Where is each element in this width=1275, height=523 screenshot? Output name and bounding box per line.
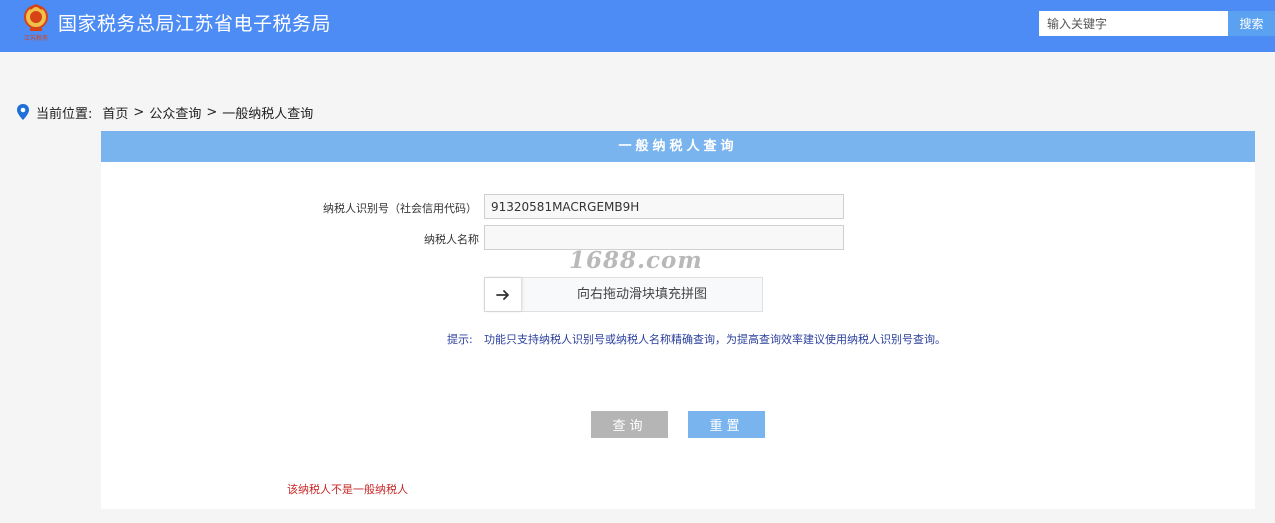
location-pin-icon xyxy=(17,104,29,120)
slider-instruction: 向右拖动滑块填充拼图 xyxy=(576,287,707,302)
breadcrumb-public-query-link[interactable]: 公众查询 xyxy=(149,103,201,122)
arrow-right-icon xyxy=(496,289,509,300)
breadcrumb-separator: > xyxy=(206,104,218,120)
breadcrumb: 当前位置: 首页 > 公众查询 > 一般纳税人查询 xyxy=(16,102,313,122)
tip-label: 提示: xyxy=(447,333,473,346)
result-message: 该纳税人不是一般纳税人 xyxy=(287,483,408,496)
logo-caption: 江苏税务 xyxy=(24,34,48,42)
search-input[interactable] xyxy=(1039,11,1228,36)
breadcrumb-label: 当前位置: xyxy=(36,106,93,122)
taxpayer-id-input[interactable] xyxy=(484,194,844,219)
tip-text: 功能只支持纳税人识别号或纳税人名称精确查询，为提高查询效率建议使用纳税人识别号查… xyxy=(484,333,946,346)
breadcrumb-current-page: 一般纳税人查询 xyxy=(222,106,314,122)
taxpayer-name-label: 纳税人名称 xyxy=(424,233,479,246)
breadcrumb-home-link[interactable]: 首页 xyxy=(102,103,128,122)
slider-handle[interactable] xyxy=(485,278,522,311)
breadcrumb-separator: > xyxy=(133,104,145,120)
search-button[interactable]: 搜索 xyxy=(1228,11,1275,36)
site-title[interactable]: 国家税务总局江苏省电子税务局 xyxy=(58,11,331,37)
watermark-text: 1688.com xyxy=(569,247,703,274)
top-header-bar: 江苏税务 国家税务总局江苏省电子税务局 搜索 xyxy=(0,0,1275,52)
slider-captcha[interactable]: 向右拖动滑块填充拼图 xyxy=(484,277,763,312)
taxpayer-id-label: 纳税人识别号（社会信用代码） xyxy=(323,202,477,215)
query-button[interactable]: 查询 xyxy=(591,411,668,438)
reset-button[interactable]: 重置 xyxy=(688,411,765,438)
panel-title: 一般纳税人查询 xyxy=(101,131,1255,162)
query-panel: 一般纳税人查询 纳税人识别号（社会信用代码） 纳税人名称 1688.com 向右… xyxy=(101,131,1255,509)
tax-emblem-icon[interactable]: 江苏税务 xyxy=(20,3,52,42)
